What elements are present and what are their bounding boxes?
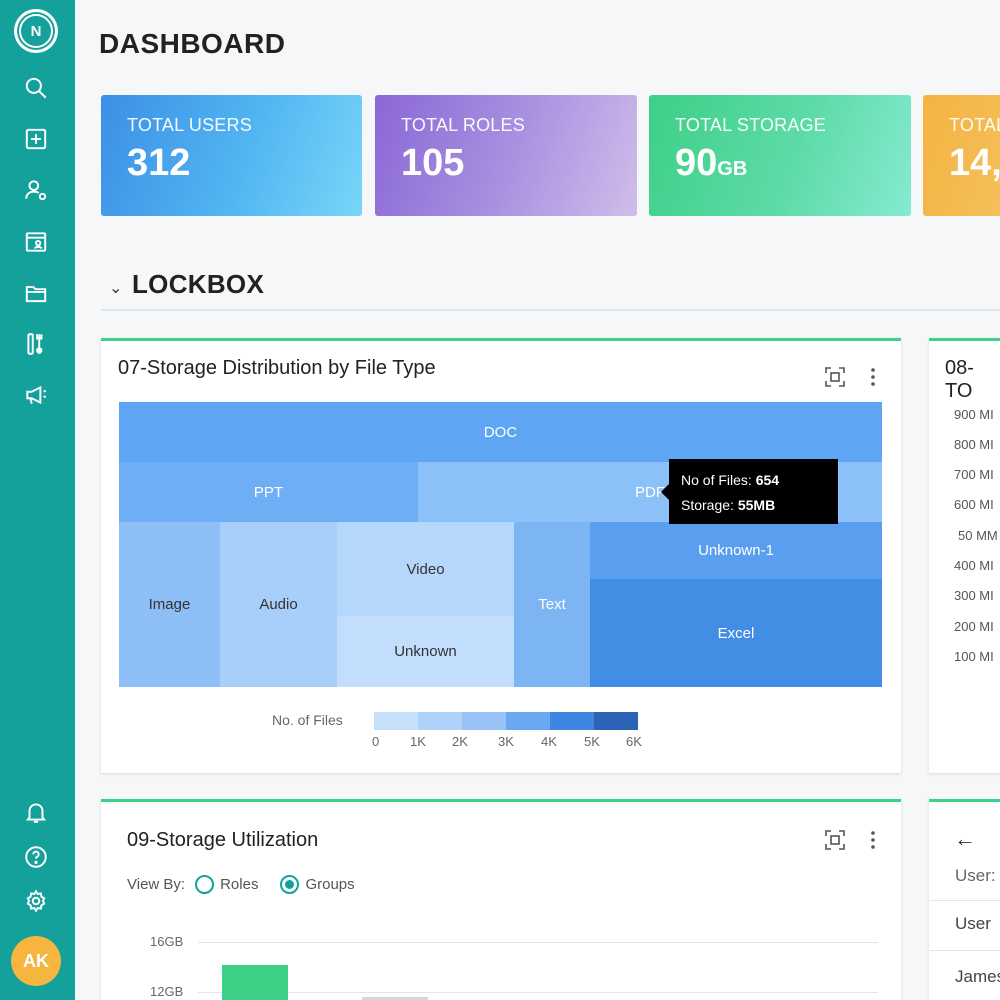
page-title: DASHBOARD xyxy=(99,28,286,59)
tooltip-arrow xyxy=(661,484,669,500)
y-tick: 300 MI xyxy=(954,588,994,603)
section-title: LOCKBOX xyxy=(132,269,265,299)
expand-icon[interactable] xyxy=(823,828,847,858)
expand-icon[interactable] xyxy=(823,365,847,395)
y-tick: 600 MI xyxy=(954,497,994,512)
back-arrow-icon[interactable]: ← xyxy=(954,826,976,852)
treemap-cell-text[interactable]: Text xyxy=(514,522,590,687)
y-tick: 800 MI xyxy=(954,437,994,452)
legend-swatch xyxy=(418,712,462,730)
legend-tick: 2K xyxy=(452,734,468,749)
tools-icon[interactable] xyxy=(22,330,50,358)
more-vertical-icon[interactable] xyxy=(866,365,880,395)
stat-card-total-storage[interactable]: TOTAL STORAGE 90GB xyxy=(649,95,911,216)
legend-swatch xyxy=(550,712,594,730)
legend-tick: 0 xyxy=(372,734,380,749)
column-header: User xyxy=(955,914,991,933)
panel-title: 07-Storage Distribution by File Type xyxy=(118,357,436,379)
treemap-cell-unknown[interactable]: Unknown xyxy=(337,616,514,687)
stat-label: TOTAL xyxy=(949,115,1000,135)
user-label: User: xyxy=(955,866,996,885)
stat-value: 90GB xyxy=(675,142,748,184)
treemap-tooltip: No of Files: 654 Storage: 55MB xyxy=(669,459,838,524)
app-logo[interactable]: N xyxy=(14,9,58,53)
stat-label: TOTAL USERS xyxy=(127,115,252,135)
panel-title: 08-TO xyxy=(945,357,974,402)
radio-label-roles[interactable]: Roles xyxy=(220,876,258,893)
add-square-icon[interactable] xyxy=(22,125,50,153)
treemap-cell-excel[interactable]: Excel xyxy=(590,579,882,687)
y-tick: 700 MI xyxy=(954,467,994,482)
search-icon[interactable] xyxy=(22,74,50,102)
panel-08 xyxy=(929,338,1000,773)
section-lockbox[interactable]: ⌄ LOCKBOX xyxy=(101,264,1000,311)
y-tick: 200 MI xyxy=(954,619,994,634)
radio-groups[interactable] xyxy=(280,875,300,894)
y-tick: 12GB xyxy=(150,984,184,999)
chevron-down-icon[interactable]: ⌄ xyxy=(109,278,122,298)
divider xyxy=(930,900,1000,901)
user-avatar[interactable]: AK xyxy=(11,936,61,986)
stat-value: 105 xyxy=(401,142,465,184)
y-tick: 50 MM xyxy=(958,528,998,543)
panel-title: 09-Storage Utilization xyxy=(127,829,319,851)
stat-card-total-users[interactable]: TOTAL USERS 312 xyxy=(101,95,362,216)
legend-swatch xyxy=(506,712,550,730)
id-card-icon[interactable] xyxy=(22,228,50,256)
stat-label: TOTAL ROLES xyxy=(401,115,525,135)
logo-letter: N xyxy=(19,14,53,48)
stat-unit: GB xyxy=(717,158,748,180)
table-cell[interactable]: James xyxy=(955,967,1000,987)
legend-swatch xyxy=(374,712,418,730)
radio-label-groups[interactable]: Groups xyxy=(305,876,354,893)
legend-tick: 5K xyxy=(584,734,600,749)
gridline xyxy=(198,942,878,943)
bar[interactable] xyxy=(222,965,288,1000)
legend-swatch xyxy=(462,712,506,730)
y-tick: 900 MI xyxy=(954,407,994,422)
user-settings-icon[interactable] xyxy=(22,176,50,204)
settings-icon[interactable] xyxy=(22,887,50,915)
folder-icon[interactable] xyxy=(22,279,50,307)
view-by-selector: View By: Roles Groups xyxy=(127,875,355,894)
treemap-chart: DOC PPT PDF Image Audio Video Unknown Te… xyxy=(119,402,882,687)
radio-roles[interactable] xyxy=(195,875,215,894)
treemap-cell-unknown-1[interactable]: Unknown-1 xyxy=(590,522,882,579)
legend-label: No. of Files xyxy=(272,712,343,728)
legend-tick: 3K xyxy=(498,734,514,749)
legend-tick: 6K xyxy=(626,734,642,749)
help-icon[interactable] xyxy=(22,843,50,871)
stat-label: TOTAL STORAGE xyxy=(675,115,826,135)
y-tick: 100 MI xyxy=(954,649,994,664)
megaphone-icon[interactable] xyxy=(22,381,50,409)
more-vertical-icon[interactable] xyxy=(866,828,880,858)
gridline xyxy=(198,992,878,993)
stat-card-total-roles[interactable]: TOTAL ROLES 105 xyxy=(375,95,637,216)
legend-swatch xyxy=(594,712,638,730)
stat-value: 312 xyxy=(127,142,191,184)
stat-value: 14, xyxy=(949,142,1000,184)
color-legend xyxy=(374,712,638,730)
legend-tick: 1K xyxy=(410,734,426,749)
y-tick: 16GB xyxy=(150,934,184,949)
y-tick: 400 MI xyxy=(954,558,994,573)
treemap-cell-image[interactable]: Image xyxy=(119,522,220,687)
divider xyxy=(930,950,1000,951)
view-by-label: View By: xyxy=(127,876,186,893)
treemap-cell-doc[interactable]: DOC xyxy=(119,402,882,462)
treemap-cell-ppt[interactable]: PPT xyxy=(119,462,418,522)
legend-tick: 4K xyxy=(541,734,557,749)
sidebar: N AK xyxy=(0,0,75,1000)
treemap-cell-video[interactable]: Video xyxy=(337,522,514,616)
treemap-cell-audio[interactable]: Audio xyxy=(220,522,337,687)
bell-icon[interactable] xyxy=(22,798,50,826)
stat-card-total-other[interactable]: TOTAL 14, xyxy=(923,95,1000,216)
